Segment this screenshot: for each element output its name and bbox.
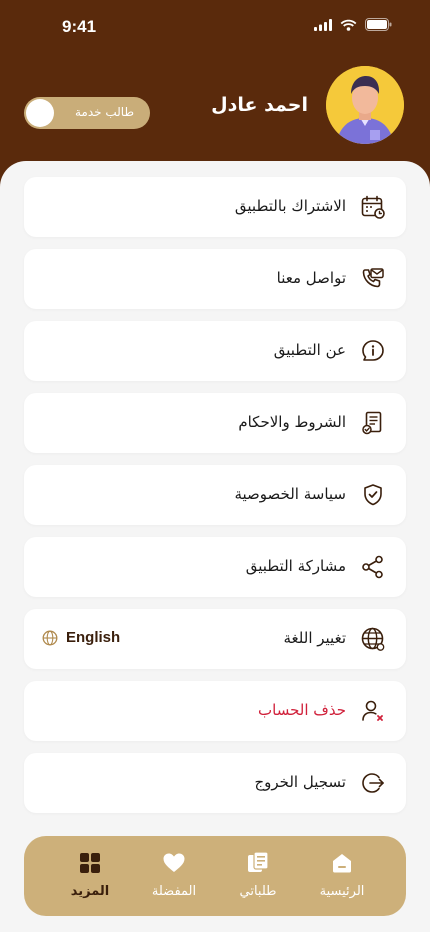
- menu-item-privacy-policy[interactable]: سياسة الخصوصية: [24, 465, 406, 525]
- service-mode-toggle[interactable]: طالب خدمة: [24, 97, 150, 129]
- signal-icon: [314, 18, 332, 31]
- home-icon: [333, 854, 351, 873]
- menu-item-change-language[interactable]: تغيير اللغة English: [24, 609, 406, 669]
- menu-item-delete-account[interactable]: حذف الحساب: [24, 681, 406, 741]
- toggle-knob[interactable]: [26, 99, 54, 127]
- nav-label: المزيد: [70, 884, 110, 899]
- nav-orders[interactable]: طلباتي: [220, 850, 296, 899]
- nav-more[interactable]: المزيد: [52, 850, 128, 899]
- nav-label: الرئيسية: [319, 884, 365, 899]
- current-language[interactable]: English: [42, 629, 120, 646]
- menu-label: مشاركة التطبيق: [245, 557, 346, 575]
- orders-icon: [248, 851, 269, 872]
- nav-home[interactable]: الرئيسية: [304, 850, 380, 899]
- menu-item-share-app[interactable]: مشاركة التطبيق: [24, 537, 406, 597]
- avatar-illustration: [326, 66, 404, 144]
- menu-item-subscription[interactable]: الاشتراك بالتطبيق: [24, 177, 406, 237]
- status-bar: 9:41: [0, 0, 430, 54]
- grid-icon: [80, 853, 100, 873]
- status-time: 9:41: [62, 17, 97, 36]
- menu-label: حذف الحساب: [258, 701, 346, 719]
- language-value: English: [66, 629, 121, 646]
- status-icons: [314, 18, 392, 31]
- menu-label: عن التطبيق: [273, 341, 346, 359]
- share-icon: [362, 555, 383, 579]
- menu-item-about-app[interactable]: عن التطبيق: [24, 321, 406, 381]
- heart-icon: [163, 853, 185, 872]
- phone-mail-icon: [362, 268, 384, 288]
- calendar-icon: [361, 195, 385, 219]
- menu-item-terms[interactable]: الشروط والاحكام: [24, 393, 406, 453]
- nav-favorites[interactable]: المفضلة: [136, 850, 212, 899]
- menu-item-contact-us[interactable]: تواصل معنا: [24, 249, 406, 309]
- menu-label: الاشتراك بالتطبيق: [234, 197, 346, 215]
- menu-label: تواصل معنا: [276, 269, 346, 287]
- nav-label: المفضلة: [151, 884, 197, 899]
- more-screen: 9:41 احمد عادل طالب خدمة الاشتراك بالتطب…: [0, 0, 430, 932]
- document-icon: [362, 411, 382, 435]
- bottom-navigation: الرئيسية طلباتي المفضلة المزيد: [24, 836, 406, 916]
- menu-label: تسجيل الخروج: [254, 773, 346, 791]
- settings-content: الاشتراك بالتطبيق تواصل معنا عن التطبيق: [0, 161, 430, 932]
- globe-icon: [361, 627, 385, 651]
- menu-item-logout[interactable]: تسجيل الخروج: [24, 753, 406, 813]
- toggle-label: طالب خدمة: [74, 105, 134, 119]
- user-name: احمد عادل: [211, 94, 308, 116]
- shield-icon: [364, 484, 382, 506]
- battery-icon: [365, 18, 392, 31]
- nav-label: طلباتي: [239, 884, 277, 899]
- user-delete-icon: [362, 700, 383, 721]
- menu-label: الشروط والاحكام: [238, 413, 346, 431]
- profile-header: احمد عادل طالب خدمة: [0, 54, 430, 164]
- info-icon: [362, 340, 384, 361]
- small-globe-icon: [42, 630, 58, 645]
- menu-label: تغيير اللغة: [283, 629, 347, 647]
- wifi-icon: [340, 19, 357, 31]
- avatar[interactable]: [326, 66, 404, 144]
- settings-menu: الاشتراك بالتطبيق تواصل معنا عن التطبيق: [24, 177, 406, 825]
- menu-label: سياسة الخصوصية: [234, 485, 346, 503]
- logout-icon: [362, 773, 384, 793]
